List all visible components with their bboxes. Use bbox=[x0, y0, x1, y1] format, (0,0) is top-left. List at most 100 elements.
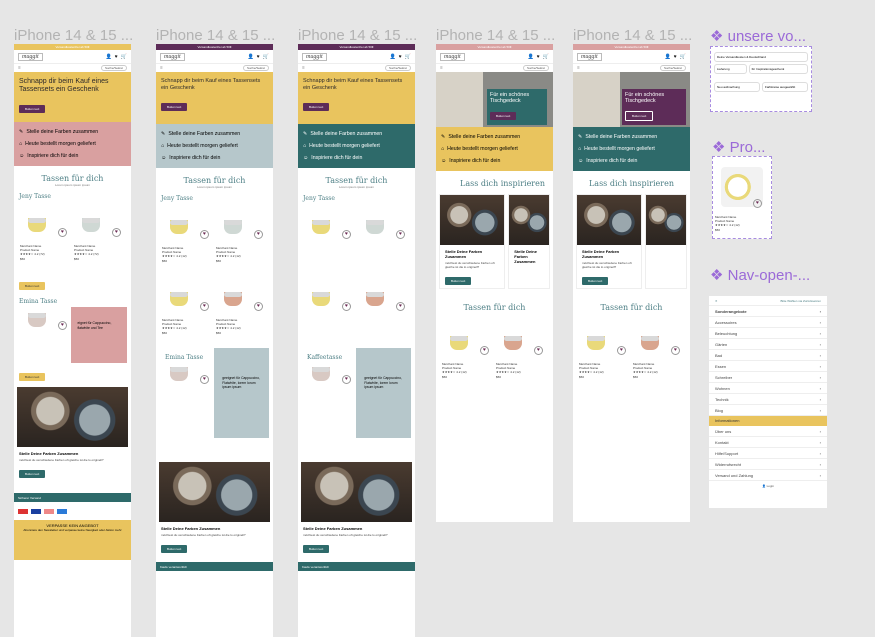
product-card[interactable]: ♥ Merchant Name Product Name ★★★★☆ 4.2 (12)… bbox=[214, 276, 268, 348]
hero-title: Für ein schönes Tischgedeck bbox=[490, 92, 530, 104]
nav-item[interactable]: Bad › bbox=[709, 350, 827, 361]
category-title[interactable]: Jeny Tasse bbox=[14, 187, 131, 202]
search-input[interactable]: Suche/Sekret bbox=[384, 65, 411, 71]
hero-button[interactable]: Button text bbox=[625, 111, 654, 121]
nav-item[interactable]: Essen › bbox=[709, 361, 827, 372]
hero-button[interactable]: Button text bbox=[490, 112, 517, 120]
button[interactable]: Button text bbox=[19, 373, 46, 381]
product-card[interactable]: ♥ Merchant Name Product Name ★★★★☆ 4.2 (12)… bbox=[160, 204, 214, 276]
info-item[interactable]: Kontakt › bbox=[709, 437, 827, 448]
info-item[interactable]: Versand und Zahlung › bbox=[709, 470, 827, 481]
filter-chip[interactable]: für Inspirationsgeschenk bbox=[748, 64, 808, 74]
frame-5[interactable]: Versandkostenfrei ab 50€ muggit 👤 ♥ 🛒 ☰ Such… bbox=[573, 44, 690, 522]
feature-1: Stelle deine Farben zusammen bbox=[448, 134, 521, 140]
logo[interactable]: muggit bbox=[302, 52, 327, 61]
frame-label-5[interactable]: iPhone 14 & 15 ... bbox=[573, 27, 692, 44]
category-title-2[interactable]: Kaffeetasse bbox=[302, 348, 356, 363]
cart-icon[interactable]: 🛒 bbox=[263, 54, 269, 60]
logo[interactable]: muggit bbox=[577, 52, 602, 61]
home-icon: ⌂ bbox=[19, 141, 23, 147]
filter-chip[interactable]: Neu aufmachung bbox=[714, 82, 760, 92]
frame-label-2[interactable]: iPhone 14 & 15 ... bbox=[156, 27, 275, 44]
filter-chip[interactable]: Lieferung bbox=[714, 64, 747, 74]
component-label-3[interactable]: ❖ Nav-open-... bbox=[710, 266, 810, 284]
nav-item[interactable]: Blog › bbox=[709, 405, 827, 416]
logo[interactable]: muggit bbox=[440, 52, 465, 61]
hero-button[interactable]: Button text bbox=[303, 103, 330, 111]
heart-icon[interactable]: ♥ bbox=[112, 228, 121, 237]
nav-item[interactable]: Wohnen › bbox=[709, 383, 827, 394]
login-link[interactable]: 👤 Login bbox=[709, 484, 827, 488]
frame-2[interactable]: Versandkostenfrei ab 50€ muggit 👤 ♥ 🛒 ☰ Suc… bbox=[156, 44, 273, 637]
hero-button[interactable]: Button text bbox=[161, 103, 188, 111]
nav-item[interactable]: Accessoires › bbox=[709, 317, 827, 328]
product-card[interactable]: ♥ Merchant Name Product Name ★★★★☆ 4.2 (12)… bbox=[160, 276, 214, 348]
filter-component[interactable]: Deine Versandkosten & Deutschland Liefer… bbox=[710, 46, 812, 112]
category-title[interactable]: Jeny Tasse bbox=[298, 189, 415, 204]
hero-button[interactable]: Button text bbox=[19, 105, 46, 113]
category-title-2[interactable]: Emina Tasse bbox=[14, 292, 131, 307]
nav-item[interactable]: Gärten › bbox=[709, 339, 827, 350]
search-input[interactable]: Suche/Sekret bbox=[100, 65, 127, 71]
button[interactable]: Button text bbox=[445, 277, 472, 285]
info-item[interactable]: Widerrufsrecht › bbox=[709, 459, 827, 470]
user-icon[interactable]: 👤 bbox=[248, 54, 254, 60]
product-card[interactable]: ♥ bbox=[160, 363, 214, 423]
component-label-1[interactable]: ❖ unsere vo... bbox=[710, 27, 806, 45]
product-card[interactable]: ♥ Merchant Name Product Name ★★★★☆ 4.2 (12)… bbox=[214, 204, 268, 276]
hero-title: Schnapp dir beim Kauf eines Tassensets e… bbox=[19, 78, 109, 93]
menu-icon[interactable]: ☰ bbox=[18, 66, 21, 70]
feature-2: Heute bestellt morgen geliefert bbox=[167, 143, 238, 149]
search-input[interactable]: Suche/Sekret bbox=[659, 65, 686, 71]
heart-icon[interactable]: ♥ bbox=[58, 321, 67, 330]
feature-2: Heute bestellt morgen geliefert bbox=[25, 141, 96, 147]
menu-icon[interactable]: ☰ bbox=[160, 66, 163, 70]
nav-open-menu[interactable]: ✕ Bitte Wählen via Zurücksetzen Sonderang… bbox=[709, 296, 827, 508]
price: $50 bbox=[74, 256, 80, 261]
nav-top-text[interactable]: Bitte Wählen via Zurücksetzen bbox=[780, 299, 821, 303]
heart-icon[interactable]: ♥ bbox=[58, 228, 67, 237]
heart-icon[interactable]: ♥ bbox=[115, 54, 118, 60]
heart-icon[interactable]: ♥ bbox=[257, 54, 260, 60]
rating: ★★★★☆ 4.2 (12) bbox=[216, 326, 241, 331]
nav-item[interactable]: Schreiber › bbox=[709, 372, 827, 383]
cart-icon[interactable]: 🛒 bbox=[121, 54, 127, 60]
frame-1[interactable]: Versandkostenfrei ab 50€ muggit 👤 ♥ 🛒 ☰ Suc… bbox=[14, 44, 131, 637]
product-component[interactable]: ♥ Merchant Name Product Name ★★★★☆ 4.2 (12… bbox=[712, 156, 772, 239]
frame-label-4[interactable]: iPhone 14 & 15 ... bbox=[436, 27, 555, 44]
frame-4[interactable]: Versandkostenfrei ab 50€ muggit 👤 ♥ 🛒 ☰ Such… bbox=[436, 44, 553, 522]
filter-chip[interactable]: Deine Versandkosten & Deutschland bbox=[714, 52, 808, 62]
frame-label-3[interactable]: iPhone 14 & 15 ... bbox=[298, 27, 417, 44]
user-icon[interactable]: 👤 bbox=[106, 54, 112, 60]
product-card[interactable]: ♥ Merchant Name Product Name ★★★★☆ 4.2 (72… bbox=[72, 202, 126, 274]
logo[interactable]: muggit bbox=[18, 52, 43, 61]
feature-2: Heute bestellt morgen geliefert bbox=[447, 146, 518, 152]
search-input[interactable]: Suche/Sekret bbox=[522, 65, 549, 71]
hero-title: Schnapp dir beim Kauf eines Tassensets e… bbox=[303, 78, 403, 91]
button[interactable]: Button text bbox=[19, 470, 46, 478]
info-item[interactable]: Über uns › bbox=[709, 426, 827, 437]
button[interactable]: Button text bbox=[303, 545, 330, 553]
product-card[interactable]: ♥ bbox=[18, 307, 71, 363]
category-title-2[interactable]: Emina Tasse bbox=[160, 348, 214, 363]
frame-3[interactable]: Versandkostenfrei ab 50€ muggit 👤 ♥ 🛒 ☰ Such… bbox=[298, 44, 415, 637]
category-title[interactable]: Jeny Tasse bbox=[156, 189, 273, 204]
frame-label-1[interactable]: iPhone 14 & 15 ... bbox=[14, 27, 133, 44]
inspire-card[interactable]: Stelle Deine Farben Zusammen möchtest du … bbox=[439, 194, 506, 289]
nav-item[interactable]: Sonderangebote › bbox=[709, 306, 827, 317]
logo[interactable]: muggit bbox=[160, 52, 185, 61]
filter-chip[interactable]: Farbkreise ausgewählt bbox=[762, 82, 808, 92]
feature-1: Stelle deine Farben zusammen bbox=[310, 131, 383, 137]
inspire-card[interactable]: Stelle Deine Farben Zusammen bbox=[508, 194, 550, 289]
info-item[interactable]: Hilfe/Support › bbox=[709, 448, 827, 459]
nav-item[interactable]: Beleuchtung › bbox=[709, 328, 827, 339]
button[interactable]: Button text bbox=[161, 545, 188, 553]
button[interactable]: Button text bbox=[19, 282, 46, 290]
product-card[interactable]: ♥ Merchant Name Product Name ★★★★☆ 4.2 (72… bbox=[18, 202, 72, 274]
feature-2: Heute bestellt morgen geliefert bbox=[309, 143, 380, 149]
newsletter: VERPASSE KEIN ANGEBOT Abonniere den News… bbox=[14, 520, 131, 560]
nav-item[interactable]: Technik › bbox=[709, 394, 827, 405]
close-icon[interactable]: ✕ bbox=[715, 299, 718, 303]
component-label-2[interactable]: ❖ Pro... bbox=[712, 138, 765, 156]
search-input[interactable]: Suche/Sekret bbox=[242, 65, 269, 71]
